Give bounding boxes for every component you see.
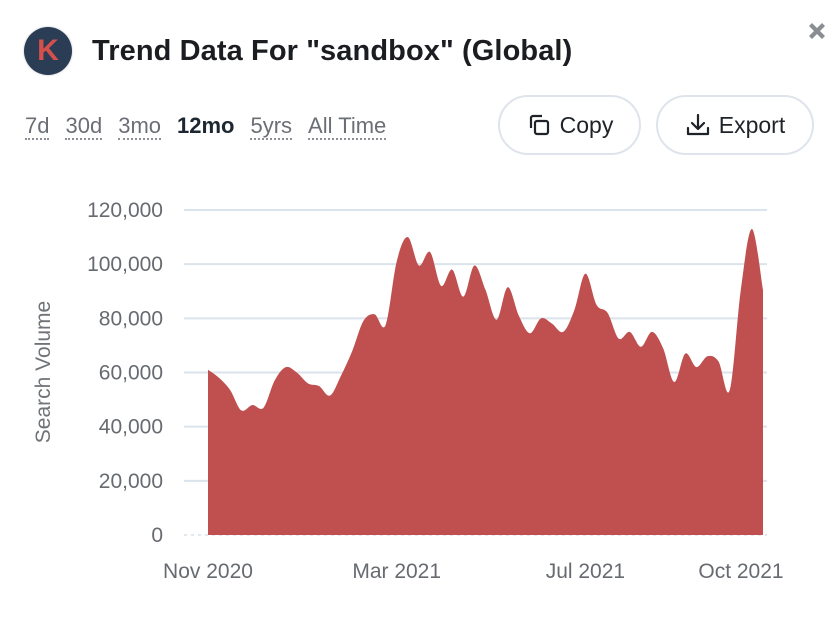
- y-tick-label: 80,000: [99, 307, 163, 330]
- x-tick-label: Nov 2020: [163, 560, 253, 583]
- download-icon: [686, 113, 709, 136]
- y-axis-ticks: 0 20,000 40,000 60,000 80,000 100,000 120,000: [87, 199, 163, 547]
- range-3mo[interactable]: 3mo: [118, 114, 161, 140]
- copy-icon: [529, 114, 549, 136]
- area-series-sandbox: [208, 228, 763, 536]
- logo-letter: K: [37, 34, 59, 67]
- y-tick-label: 0: [151, 524, 163, 547]
- range-12mo[interactable]: 12mo: [177, 114, 234, 140]
- export-label: Export: [718, 111, 786, 138]
- x-tick-label: Oct 2021: [698, 560, 783, 583]
- x-tick-label: Jul 2021: [546, 560, 625, 583]
- range-7d[interactable]: 7d: [25, 114, 50, 140]
- range-30d[interactable]: 30d: [65, 114, 103, 140]
- y-tick-label: 100,000: [87, 253, 163, 276]
- close-x-icon: [809, 23, 825, 39]
- x-axis-ticks: Nov 2020 Mar 2021 Jul 2021 Oct 2021: [163, 560, 784, 583]
- y-axis-label: Search Volume: [32, 301, 55, 443]
- brand-logo: K: [24, 27, 72, 75]
- y-tick-label: 40,000: [99, 416, 163, 439]
- area-series: [208, 228, 763, 536]
- y-tick-label: 120,000: [87, 199, 163, 222]
- range-all-time[interactable]: All Time: [308, 114, 387, 140]
- header: K Trend Data For "sandbox" (Global): [24, 27, 572, 75]
- time-range-selector: 7d 30d 3mo 12mo 5yrs All Time: [25, 114, 402, 140]
- trend-chart: 020,00040,00060,00080,000100,000120,000 …: [32, 199, 784, 583]
- copy-button[interactable]: Copy: [498, 95, 641, 155]
- y-tick-label: 20,000: [99, 470, 163, 493]
- close-button[interactable]: [806, 20, 828, 42]
- copy-label: Copy: [559, 111, 614, 138]
- x-tick-label: Mar 2021: [352, 560, 441, 583]
- y-tick-label: 60,000: [99, 362, 163, 385]
- range-5yrs[interactable]: 5yrs: [250, 114, 293, 140]
- page-title: Trend Data For "sandbox" (Global): [92, 34, 573, 67]
- export-button[interactable]: Export: [656, 95, 814, 155]
